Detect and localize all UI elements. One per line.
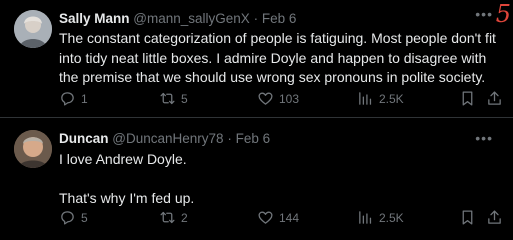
share-button[interactable] bbox=[486, 209, 508, 226]
tweet-header: Duncan @DuncanHenry78 · Feb 6 bbox=[59, 131, 270, 146]
retweet-icon bbox=[160, 92, 175, 105]
tweet-text: The constant categorization of people is… bbox=[59, 30, 496, 85]
tweet-date[interactable]: Feb 6 bbox=[236, 131, 271, 146]
tweet[interactable]: Sally Mann @mann_sallyGenX · Feb 6 ••• T… bbox=[0, 0, 513, 118]
bookmark-button[interactable] bbox=[459, 209, 481, 226]
tweet[interactable]: Duncan @DuncanHenry78 · Feb 6 ••• I love… bbox=[0, 118, 513, 240]
views-count: 2.5K bbox=[379, 210, 404, 225]
display-name[interactable]: Duncan bbox=[59, 131, 109, 146]
like-count: 144 bbox=[279, 210, 300, 225]
action-bar: 1 5 103 2.5K bbox=[59, 90, 501, 112]
share-icon bbox=[488, 210, 501, 224]
views-count: 2.5K bbox=[379, 91, 404, 106]
avatar[interactable] bbox=[14, 10, 52, 48]
views-button[interactable]: 2.5K bbox=[357, 90, 404, 107]
views-button[interactable]: 2.5K bbox=[357, 209, 404, 226]
tweet-date[interactable]: Feb 6 bbox=[262, 11, 297, 26]
tweet-text: I love Andrew Doyle. That's why I'm fed … bbox=[59, 151, 195, 206]
like-button[interactable]: 144 bbox=[257, 209, 299, 226]
like-icon bbox=[258, 92, 273, 105]
views-icon bbox=[359, 211, 372, 224]
reply-icon bbox=[61, 211, 74, 225]
action-bar: 5 2 144 2.5K bbox=[59, 209, 501, 231]
user-handle[interactable]: @DuncanHenry78 bbox=[112, 131, 223, 146]
like-count: 103 bbox=[279, 91, 300, 106]
reply-button[interactable]: 1 bbox=[59, 90, 88, 107]
share-button[interactable] bbox=[486, 90, 508, 107]
avatar[interactable] bbox=[14, 130, 52, 168]
tweet-header: Sally Mann @mann_sallyGenX · Feb 6 bbox=[59, 11, 296, 26]
bookmark-button[interactable] bbox=[459, 90, 481, 107]
retweet-button[interactable]: 5 bbox=[159, 90, 188, 107]
retweet-count: 5 bbox=[181, 91, 188, 106]
reply-count: 1 bbox=[81, 91, 88, 106]
reply-button[interactable]: 5 bbox=[59, 209, 88, 226]
user-handle[interactable]: @mann_sallyGenX bbox=[133, 11, 250, 26]
bookmark-icon bbox=[462, 91, 473, 106]
separator-dot: · bbox=[253, 11, 259, 26]
retweet-count: 2 bbox=[181, 210, 188, 225]
share-icon bbox=[488, 91, 501, 105]
more-icon[interactable]: ••• bbox=[475, 130, 493, 146]
retweet-icon bbox=[160, 211, 175, 224]
like-button[interactable]: 103 bbox=[257, 90, 299, 107]
bookmark-icon bbox=[462, 210, 473, 225]
like-icon bbox=[258, 211, 273, 224]
more-icon[interactable]: ••• bbox=[475, 6, 493, 22]
separator-dot: · bbox=[227, 131, 232, 146]
views-icon bbox=[359, 92, 372, 105]
reply-icon bbox=[61, 92, 74, 106]
display-name[interactable]: Sally Mann bbox=[59, 11, 130, 26]
reply-count: 5 bbox=[81, 210, 88, 225]
retweet-button[interactable]: 2 bbox=[159, 209, 188, 226]
